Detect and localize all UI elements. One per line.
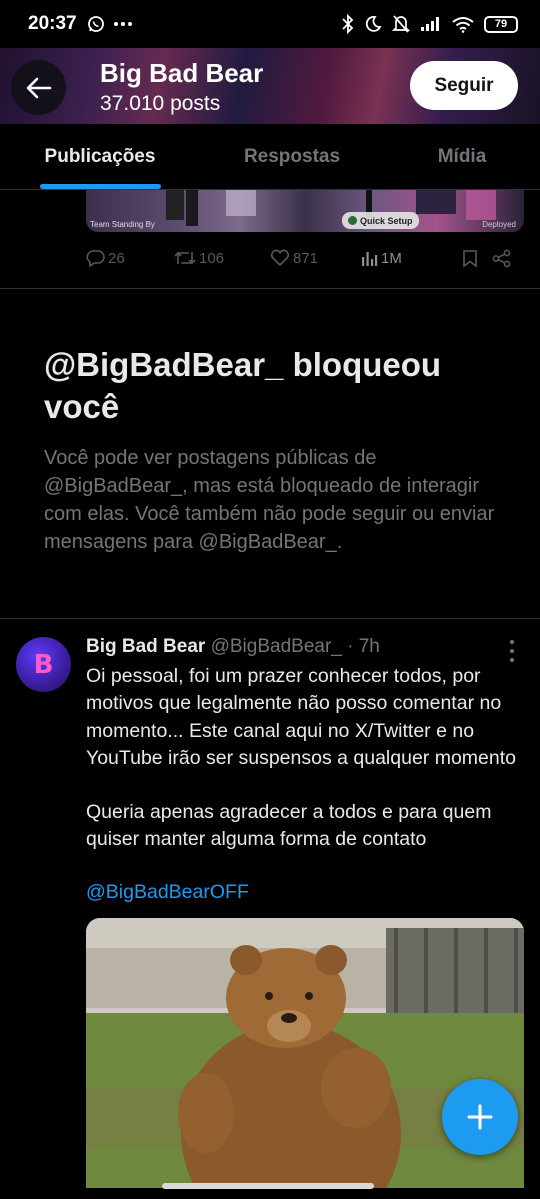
tab-midia[interactable]: Mídia xyxy=(384,124,540,189)
status-right: 79 xyxy=(342,14,518,34)
muted-bell-icon xyxy=(392,15,410,33)
previous-post-actions: 26 106 871 1M xyxy=(86,244,516,272)
tab-label: Publicações xyxy=(44,145,156,167)
divider xyxy=(0,288,540,289)
whatsapp-icon xyxy=(87,16,104,32)
home-indicator[interactable] xyxy=(162,1183,374,1189)
tweet-header: Big Bad Bear @BigBadBear_ · 7h xyxy=(86,636,380,658)
status-left-icons xyxy=(87,15,133,33)
tweet-handle-time: @BigBadBear_ · 7h xyxy=(210,636,380,657)
repost-icon xyxy=(174,251,196,265)
like-button[interactable]: 871 xyxy=(270,249,360,267)
more-dot xyxy=(510,649,514,653)
media-badge-label: Quick Setup xyxy=(360,215,413,226)
views-count: 1M xyxy=(381,249,402,267)
tab-label: Respostas xyxy=(243,145,341,167)
wifi-icon xyxy=(452,16,474,33)
bookmark-icon xyxy=(463,249,477,268)
blocked-description: Você pode ver postagens públicas de @Big… xyxy=(44,447,495,553)
profile-name: Big Bad Bear xyxy=(100,58,264,88)
tweet-mention-link[interactable]: @BigBadBearOFF xyxy=(86,881,249,904)
tweet-author-name[interactable]: Big Bad Bear xyxy=(86,636,205,657)
posts-count: 37.010 posts xyxy=(100,92,221,115)
moon-icon xyxy=(365,16,382,32)
follow-button[interactable]: Seguir xyxy=(410,61,518,110)
tab-label: Mídia xyxy=(437,145,487,167)
blocked-title: @BigBadBear_ bloqueou você xyxy=(44,346,442,425)
media-caption: Team Standing By xyxy=(90,220,155,229)
tab-respostas[interactable]: Respostas xyxy=(200,124,384,189)
bookmark-button[interactable] xyxy=(462,249,492,268)
more-dot xyxy=(510,658,514,662)
signal-icon xyxy=(421,17,439,31)
views-button[interactable]: 1M xyxy=(360,249,462,267)
media-status: Deployed xyxy=(482,220,516,229)
avatar-logo: B xyxy=(33,649,54,680)
repost-count: 106 xyxy=(199,249,225,267)
divider xyxy=(0,618,540,619)
profile-header: Big Bad Bear 37.010 posts Seguir xyxy=(0,48,540,124)
compose-post-button[interactable] xyxy=(442,1079,518,1155)
more-dot xyxy=(510,640,514,644)
repost-button[interactable]: 106 xyxy=(174,249,270,267)
like-count: 871 xyxy=(293,249,319,267)
share-button[interactable] xyxy=(492,249,516,268)
reply-button[interactable]: 26 xyxy=(86,249,174,267)
views-chart-icon xyxy=(362,252,378,266)
tweet-paragraph: Queria apenas agradecer a todos e para q… xyxy=(86,801,492,851)
battery-indicator: 79 xyxy=(484,15,518,33)
cube-icon xyxy=(348,216,357,225)
more-options-button[interactable] xyxy=(504,640,520,662)
tab-publicacoes[interactable]: Publicações xyxy=(0,124,200,189)
status-bar: 20:37 79 xyxy=(0,0,540,48)
arrow-left-icon xyxy=(26,77,51,98)
active-tab-indicator xyxy=(40,184,161,189)
more-notifications-icon xyxy=(113,22,132,26)
reply-count: 26 xyxy=(108,249,125,267)
plus-icon xyxy=(467,1104,493,1130)
avatar[interactable]: B xyxy=(16,637,71,692)
back-button[interactable] xyxy=(11,60,66,115)
previous-post-media[interactable]: Team Standing By Quick Setup Deployed xyxy=(86,190,524,232)
heart-icon xyxy=(270,249,290,267)
status-time: 20:37 xyxy=(28,13,77,34)
comment-icon xyxy=(86,250,105,267)
tweet-text: Oi pessoal, foi um prazer conhecer todos… xyxy=(86,663,526,854)
tweet-paragraph: Oi pessoal, foi um prazer conhecer todos… xyxy=(86,665,516,769)
share-icon xyxy=(492,249,511,267)
media-badge: Quick Setup xyxy=(342,212,419,229)
profile-tabs: Publicações Respostas Mídia xyxy=(0,124,540,190)
bluetooth-icon xyxy=(342,14,354,34)
